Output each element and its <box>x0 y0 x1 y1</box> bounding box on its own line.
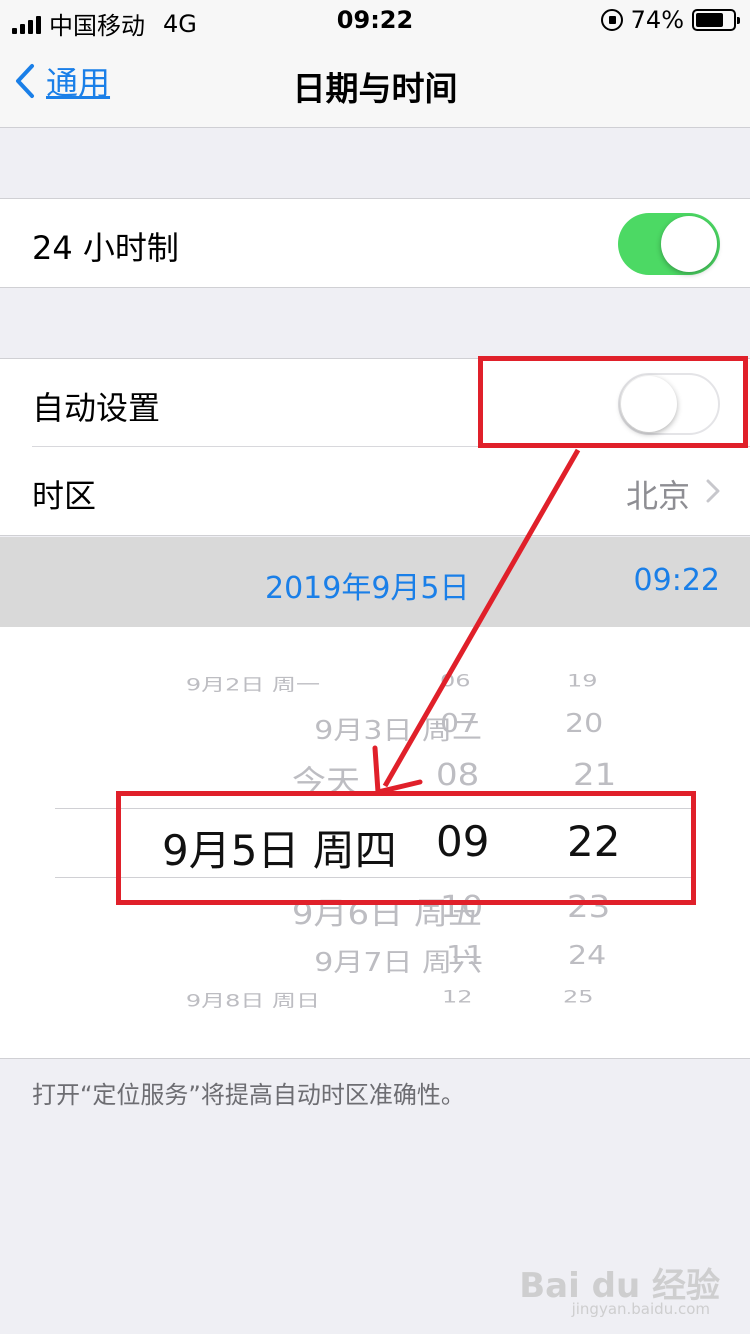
timezone-value: 北京 <box>625 477 690 515</box>
hour24-toggle[interactable] <box>618 213 720 275</box>
picker-hour: 08 <box>436 757 480 793</box>
hour24-label: 24 小时制 <box>32 229 179 267</box>
timezone-label: 时区 <box>32 477 97 515</box>
navigation-bar: 通用 日期与时间 <box>0 40 750 128</box>
picker-minute: 24 <box>568 941 607 971</box>
status-right: 74% <box>600 6 740 34</box>
page-title: 日期与时间 <box>292 69 458 108</box>
footer-note: 打开“定位服务”将提高自动时区准确性。 <box>32 1081 465 1109</box>
toggle-knob <box>661 216 717 272</box>
annotation-box-toggle <box>478 356 748 448</box>
selected-date: 2019年9月5日 <box>265 571 470 606</box>
picker-date: 9月8日 周日 <box>185 991 320 1011</box>
hour24-cell: 24 小时制 <box>0 199 750 287</box>
selected-time: 09:22 <box>633 563 720 598</box>
status-bar: 中国移动 4G 09:22 74% <box>0 0 750 40</box>
picker-minute: 21 <box>573 757 617 793</box>
battery-percent: 74% <box>630 6 684 34</box>
picker-hour: 06 <box>440 671 471 691</box>
picker-minute: 25 <box>563 987 594 1007</box>
picker-minute: 20 <box>565 709 604 739</box>
picker-hour: 12 <box>442 987 473 1007</box>
rotation-lock-icon <box>600 9 623 31</box>
battery-icon <box>692 9 740 31</box>
watermark-url: jingyan.baidu.com <box>571 1300 710 1318</box>
hour24-group: 24 小时制 <box>0 198 750 288</box>
picker-hour: 07 <box>440 709 479 739</box>
picker-date: 9月2日 周一 <box>185 675 320 695</box>
date-time-row[interactable]: 2019年9月5日 09:22 <box>0 537 750 627</box>
battery-fill <box>696 13 723 27</box>
picker-minute: 19 <box>567 671 598 691</box>
chevron-right-icon <box>706 479 720 503</box>
annotation-box-picker <box>116 791 696 905</box>
auto-set-label: 自动设置 <box>32 389 161 427</box>
timezone-cell[interactable]: 时区 北京 <box>0 447 750 535</box>
picker-hour: 11 <box>446 941 485 971</box>
